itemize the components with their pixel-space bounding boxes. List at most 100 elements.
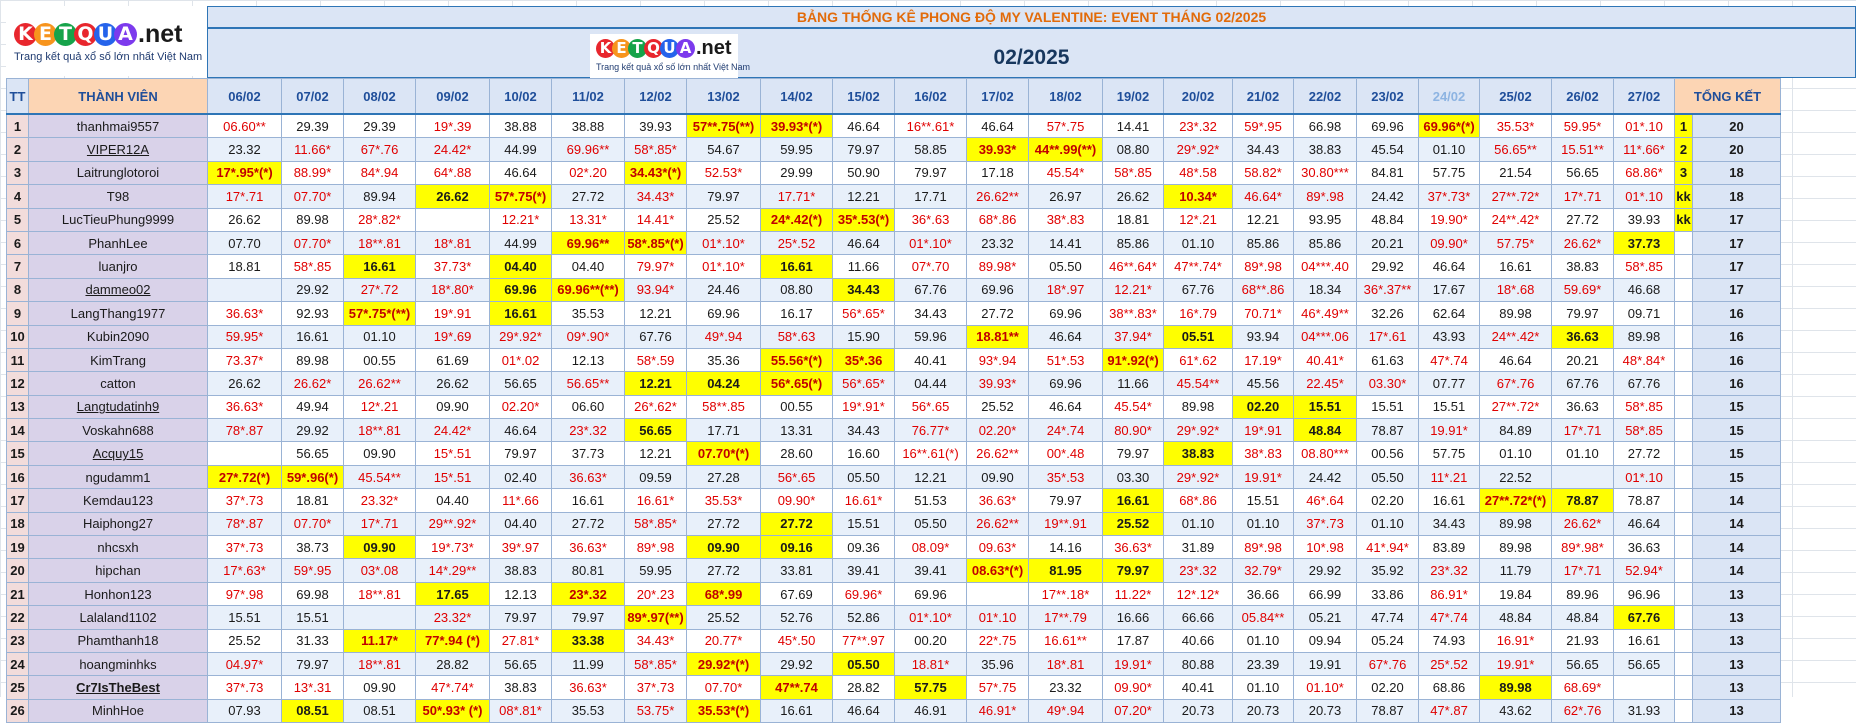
score-cell[interactable]: 18.81 xyxy=(207,254,282,279)
score-cell[interactable]: 04.40 xyxy=(551,254,625,279)
score-cell[interactable]: 01*.10* xyxy=(686,254,761,279)
score-cell[interactable]: 33.81 xyxy=(760,558,833,583)
score-cell[interactable]: 68*.86 xyxy=(1163,488,1233,513)
score-cell[interactable] xyxy=(966,581,1029,607)
score-cell[interactable]: 14.41 xyxy=(1028,230,1103,256)
score-cell[interactable]: 23.32 xyxy=(966,230,1029,256)
score-cell[interactable]: 09.71 xyxy=(1613,301,1675,326)
score-cell[interactable]: 89.98 xyxy=(1163,394,1233,420)
score-cell[interactable]: 44.99 xyxy=(489,230,552,256)
member-name-link[interactable]: VIPER12A xyxy=(28,137,208,162)
score-cell[interactable]: 58*.85* xyxy=(624,651,687,677)
score-cell[interactable]: 86.91* xyxy=(1418,581,1480,607)
score-cell[interactable]: 69.96 xyxy=(894,581,967,607)
score-cell[interactable]: 24*.74 xyxy=(1028,418,1103,443)
score-cell[interactable]: 29.92 xyxy=(1356,254,1419,279)
score-cell[interactable]: 46*.49** xyxy=(1293,301,1357,326)
score-cell[interactable]: 12.21* xyxy=(489,207,552,232)
score-cell[interactable]: 08.63*(*) xyxy=(966,558,1029,583)
score-cell[interactable]: 85.86 xyxy=(1293,230,1357,256)
score-cell[interactable]: 24.42* xyxy=(415,137,490,162)
score-cell[interactable]: 26.62** xyxy=(966,441,1029,466)
score-cell[interactable]: 39.93* xyxy=(966,371,1029,396)
score-cell[interactable]: 09.90* xyxy=(1102,675,1164,700)
score-cell[interactable]: 16.66 xyxy=(1102,605,1164,630)
score-cell[interactable]: 44.99 xyxy=(489,137,552,162)
score-cell[interactable]: 56.65 xyxy=(489,371,552,396)
score-cell[interactable]: 08.09* xyxy=(894,535,967,560)
score-cell[interactable]: 21.93 xyxy=(1551,628,1614,653)
score-cell[interactable]: 54.67 xyxy=(686,137,761,162)
score-cell[interactable]: 17.87 xyxy=(1102,628,1164,653)
score-cell[interactable]: 27.72 xyxy=(551,184,625,209)
score-cell[interactable]: 16.61 xyxy=(281,324,344,349)
score-cell[interactable]: 25*.52 xyxy=(760,230,833,256)
score-cell[interactable]: 15.90 xyxy=(832,324,895,349)
score-cell[interactable]: 09.59 xyxy=(624,464,687,490)
score-cell[interactable]: 26.62 xyxy=(1102,184,1164,209)
score-cell[interactable]: 59.95* xyxy=(207,324,282,349)
score-cell[interactable]: 04.44 xyxy=(894,371,967,396)
score-cell[interactable]: 34.43* xyxy=(624,628,687,653)
score-cell[interactable]: 76.77* xyxy=(894,418,967,443)
score-cell[interactable]: 16.61 xyxy=(489,301,552,326)
score-cell[interactable]: 46.68 xyxy=(1613,277,1675,303)
score-cell[interactable]: 67.76 xyxy=(1613,371,1675,396)
score-cell[interactable]: 02.20 xyxy=(1232,394,1294,420)
score-cell[interactable]: 22.52 xyxy=(1479,464,1552,490)
score-cell[interactable]: 37*.73 xyxy=(207,488,282,513)
score-cell[interactable]: 34.43*(*) xyxy=(624,160,687,186)
score-cell[interactable]: 46.91 xyxy=(894,698,967,723)
score-cell[interactable]: 09.16 xyxy=(760,535,833,560)
score-cell[interactable]: 24.42 xyxy=(1356,184,1419,209)
member-name-link[interactable]: ngudamm1 xyxy=(28,464,208,490)
score-cell[interactable]: 20.73 xyxy=(1293,698,1357,723)
score-cell[interactable]: 45.54 xyxy=(1356,137,1419,162)
score-cell[interactable]: 55.56*(*) xyxy=(760,347,833,373)
score-cell[interactable]: 46.64 xyxy=(966,113,1029,139)
score-cell[interactable]: 36.63 xyxy=(1613,535,1675,560)
score-cell[interactable]: 18.81** xyxy=(966,324,1029,349)
score-cell[interactable]: 14.41 xyxy=(1102,113,1164,139)
score-cell[interactable]: 12.21 xyxy=(894,464,967,490)
score-cell[interactable]: 03.30 xyxy=(1102,464,1164,490)
score-cell[interactable]: 79.97 xyxy=(281,651,344,677)
score-cell[interactable]: 23*.32 xyxy=(1163,558,1233,583)
score-cell[interactable]: 05.50 xyxy=(832,464,895,490)
score-cell[interactable]: 29.39 xyxy=(343,113,416,139)
score-cell[interactable]: 36.63* xyxy=(551,464,625,490)
score-cell[interactable]: 48*.84* xyxy=(1613,347,1675,373)
score-cell[interactable]: 35.53 xyxy=(551,698,625,723)
score-cell[interactable]: 05.21 xyxy=(1293,605,1357,630)
score-cell[interactable]: 27**.72*(*) xyxy=(1479,488,1552,513)
site-logo[interactable]: K E T Q U A .net Trang kết quả xổ số lớn nhất … xyxy=(14,20,204,63)
score-cell[interactable]: 19.91* xyxy=(1102,651,1164,677)
score-cell[interactable]: 10.34* xyxy=(1163,184,1233,209)
score-cell[interactable]: 89.98 xyxy=(1479,511,1552,537)
score-cell[interactable]: 39.41 xyxy=(894,558,967,583)
score-cell[interactable]: 19*.39 xyxy=(415,113,490,139)
score-cell[interactable]: 89.98 xyxy=(1479,675,1552,700)
score-cell[interactable]: 78.87 xyxy=(1613,488,1675,513)
score-cell[interactable]: 11.79 xyxy=(1479,558,1552,583)
score-cell[interactable]: 77*.94 (*) xyxy=(415,628,490,653)
score-cell[interactable]: 16.61* xyxy=(624,488,687,513)
score-cell[interactable]: 04.40 xyxy=(415,488,490,513)
score-cell[interactable]: 56*.65* xyxy=(832,301,895,326)
score-cell[interactable]: 58*.85* xyxy=(624,137,687,162)
score-cell[interactable]: 50*.93* (*) xyxy=(415,698,490,723)
score-cell[interactable]: 18*.97 xyxy=(1028,277,1103,303)
score-cell[interactable]: 27.72 xyxy=(1613,441,1675,466)
score-cell[interactable]: 37.73 xyxy=(1613,230,1675,256)
score-cell[interactable]: 29.99 xyxy=(760,160,833,186)
score-cell[interactable]: 35.96 xyxy=(966,651,1029,677)
score-cell[interactable]: 15.51 xyxy=(832,511,895,537)
score-cell[interactable]: 78.87 xyxy=(1356,418,1419,443)
score-cell[interactable]: 67*.76 xyxy=(1356,651,1419,677)
score-cell[interactable]: 35*.53 xyxy=(1028,464,1103,490)
score-cell[interactable]: 04.40 xyxy=(489,254,552,279)
score-cell[interactable]: 68*.86 xyxy=(966,207,1029,232)
score-cell[interactable]: 34.43 xyxy=(832,418,895,443)
score-cell[interactable]: 01*.02 xyxy=(489,347,552,373)
score-cell[interactable]: 18**.81 xyxy=(343,418,416,443)
